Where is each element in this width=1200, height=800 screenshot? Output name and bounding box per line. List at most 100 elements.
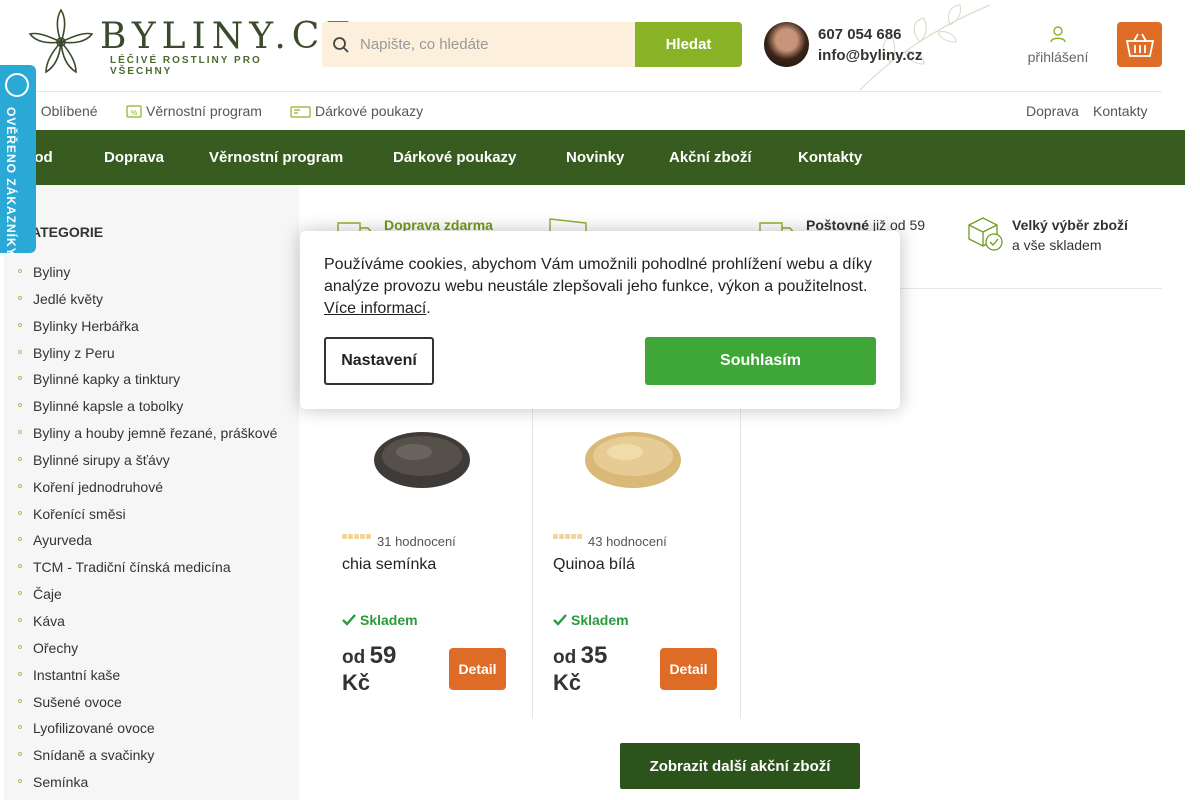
category-label: Byliny a houby jemně řezané, práškové bbox=[33, 425, 278, 442]
category-label: Instantní kaše bbox=[33, 666, 121, 683]
product-price: od 35 Kč bbox=[553, 644, 643, 695]
category-item[interactable]: TCM - Tradiční čínská medicína bbox=[4, 558, 277, 585]
category-title: ATEGORIE bbox=[31, 224, 104, 240]
quinoa-image bbox=[585, 432, 681, 488]
category-label: Snídaně a svačinky bbox=[33, 747, 155, 764]
category-item[interactable]: Sušené ovoce bbox=[4, 693, 277, 720]
category-item[interactable]: Instantní kaše bbox=[4, 666, 277, 693]
category-item[interactable]: Semínka bbox=[4, 773, 277, 800]
category-item[interactable]: Koření jednodruhové bbox=[4, 478, 277, 505]
nav-item-loyalty[interactable]: Věrnostní program bbox=[209, 149, 343, 166]
subnav-shipping[interactable]: Doprava bbox=[1026, 103, 1079, 119]
bullet-icon bbox=[18, 698, 22, 703]
nav-item-shipping[interactable]: Doprava bbox=[104, 149, 164, 166]
phone-number[interactable]: 607 054 686 bbox=[818, 24, 922, 45]
category-item[interactable]: Bylinné kapky a tinktury bbox=[4, 370, 277, 397]
price-value: 59 bbox=[369, 642, 397, 669]
category-item[interactable]: Bylinky Herbářka bbox=[4, 317, 277, 344]
category-label: Bylinné sirupy a šťávy bbox=[33, 451, 170, 468]
category-item[interactable]: Byliny z Peru bbox=[4, 344, 277, 371]
category-item[interactable]: Káva bbox=[4, 612, 277, 639]
product-name[interactable]: chia semínka bbox=[342, 556, 436, 574]
secondary-nav: ♡ Oblíbené % Věrnostní program Dárkové p… bbox=[0, 92, 1200, 130]
bullet-icon bbox=[18, 537, 22, 542]
benefit-text: a vše skladem bbox=[1012, 237, 1102, 253]
category-label: TCM - Tradiční čínská medicína bbox=[33, 559, 231, 576]
category-item[interactable]: Jedlé květy bbox=[4, 290, 277, 317]
cookie-text: Používáme cookies, abychom Vám umožnili … bbox=[324, 256, 872, 295]
category-sidebar: ATEGORIE Byliny Jedlé květy Bylinky Herbář… bbox=[4, 185, 299, 800]
category-item[interactable]: Bylinné sirupy a šťávy bbox=[4, 451, 277, 478]
category-item[interactable]: Čaje bbox=[4, 585, 277, 612]
bullet-icon bbox=[18, 725, 22, 730]
category-label: Bylinky Herbářka bbox=[33, 317, 139, 334]
user-icon bbox=[1050, 26, 1066, 43]
stock-status: Skladem bbox=[342, 612, 418, 628]
category-label: Lyofilizované ovoce bbox=[33, 720, 155, 737]
rating-count[interactable]: 31 hodnocení bbox=[377, 534, 456, 549]
login-link[interactable]: přihlášení bbox=[1016, 22, 1100, 65]
subnav-favorites[interactable]: ♡ Oblíbené bbox=[26, 103, 98, 119]
nav-item-sale[interactable]: Akční zboží bbox=[669, 149, 752, 166]
nav-item-news[interactable]: Novinky bbox=[566, 149, 624, 166]
category-label: Byliny bbox=[33, 264, 71, 280]
benefit-title: Velký výběr zboží bbox=[1012, 217, 1128, 233]
nav-item-vouchers[interactable]: Dárkové poukazy bbox=[393, 149, 516, 166]
price-prefix: od bbox=[553, 647, 577, 668]
category-label: Byliny z Peru bbox=[33, 344, 115, 361]
category-label: Bylinné kapsle a tobolky bbox=[33, 398, 184, 415]
price-currency: Kč bbox=[342, 670, 371, 695]
category-item[interactable]: Kořenící směsi bbox=[4, 505, 277, 532]
rating-stars bbox=[553, 534, 582, 539]
show-more-button[interactable]: Zobrazit další akční zboží bbox=[620, 743, 860, 789]
category-label: Koření jednodruhové bbox=[33, 478, 163, 495]
category-label: Ayurveda bbox=[33, 532, 92, 549]
verified-badge[interactable]: OVĚŘENO ZÁKAZNÍKY bbox=[0, 65, 36, 257]
search-button[interactable]: Hledat bbox=[635, 22, 742, 67]
category-item[interactable]: Snídaně a svačinky bbox=[4, 746, 277, 773]
category-label: Kořenící směsi bbox=[33, 505, 126, 522]
bullet-icon bbox=[18, 269, 22, 273]
category-item[interactable]: Ořechy bbox=[4, 639, 277, 666]
detail-button[interactable]: Detail bbox=[660, 648, 717, 690]
search-input[interactable] bbox=[360, 36, 620, 53]
rating-count[interactable]: 43 hodnocení bbox=[588, 534, 667, 549]
verified-seal-icon bbox=[5, 73, 29, 97]
logo[interactable]: BYLINY.CZ LÉČIVÉ ROSTLINY PRO VŠECHNY bbox=[26, 8, 350, 77]
basket-icon bbox=[1125, 33, 1154, 57]
chia-seeds-image bbox=[374, 432, 470, 488]
bullet-icon bbox=[18, 510, 22, 515]
cart-button[interactable] bbox=[1117, 22, 1162, 67]
nav-item-contacts[interactable]: Kontakty bbox=[798, 149, 862, 166]
subnav-contacts[interactable]: Kontakty bbox=[1093, 103, 1147, 119]
product-card[interactable]: 31 hodnocení chia semínka Skladem od 59 … bbox=[322, 390, 533, 718]
category-label: Sušené ovoce bbox=[33, 693, 122, 710]
bullet-icon bbox=[18, 430, 22, 435]
detail-button[interactable]: Detail bbox=[449, 648, 506, 690]
subnav-label: Oblíbené bbox=[40, 103, 98, 119]
subnav-vouchers[interactable]: Dárkové poukazy bbox=[290, 103, 423, 119]
cookie-accept-button[interactable]: Souhlasím bbox=[645, 337, 876, 385]
subnav-label: Dárkové poukazy bbox=[315, 103, 424, 119]
flower-logo-icon bbox=[28, 8, 94, 74]
category-item[interactable]: Ayurveda bbox=[4, 531, 277, 558]
product-card[interactable]: 43 hodnocení Quinoa bílá Skladem od 35 K… bbox=[530, 390, 741, 718]
category-label: Jedlé květy bbox=[33, 290, 104, 307]
product-name[interactable]: Quinoa bílá bbox=[553, 556, 635, 574]
bullet-icon bbox=[18, 564, 22, 569]
verified-text: OVĚŘENO ZÁKAZNÍKY bbox=[4, 107, 18, 257]
search-field[interactable] bbox=[322, 22, 635, 67]
more-info-link[interactable]: Více informací bbox=[324, 300, 426, 317]
cookie-settings-button[interactable]: Nastavení bbox=[324, 337, 434, 385]
stock-status: Skladem bbox=[553, 612, 629, 628]
bullet-icon bbox=[18, 752, 22, 757]
category-label: Ořechy bbox=[33, 639, 79, 656]
email-address[interactable]: info@byliny.cz bbox=[818, 45, 922, 66]
category-item[interactable]: Byliny a houby jemně řezané, práškové bbox=[4, 424, 277, 451]
subnav-loyalty[interactable]: % Věrnostní program bbox=[126, 103, 262, 119]
category-item[interactable]: Byliny bbox=[4, 263, 277, 290]
loyalty-card-icon: % bbox=[126, 104, 142, 118]
category-item[interactable]: Lyofilizované ovoce bbox=[4, 719, 277, 746]
price-currency: Kč bbox=[553, 670, 582, 695]
category-item[interactable]: Bylinné kapsle a tobolky bbox=[4, 397, 277, 424]
